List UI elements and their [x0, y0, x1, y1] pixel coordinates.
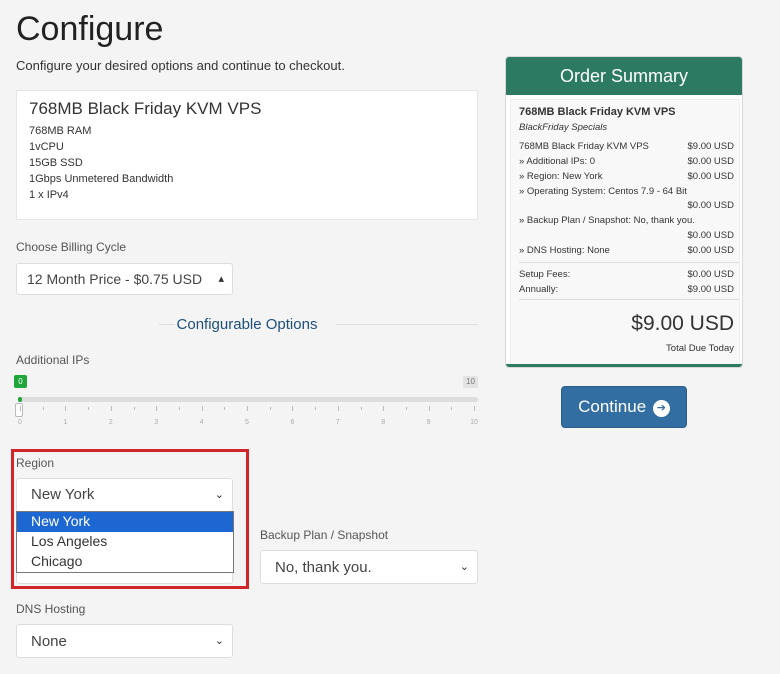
summary-product-group: BlackFriday Specials — [519, 122, 608, 133]
summary-line-price: $9.00 USD — [687, 141, 734, 152]
slider-tick — [201, 406, 203, 411]
summary-annual-price: $9.00 USD — [687, 284, 734, 295]
divider — [336, 324, 478, 325]
slider-tick-label: 0 — [18, 419, 22, 426]
billing-cycle-select[interactable]: 12 Month Price - $0.75 USD ▴︎ — [16, 263, 233, 295]
dns-hosting-select[interactable]: None ⌄ — [16, 624, 233, 658]
billing-cycle-value: 12 Month Price - $0.75 USD — [27, 271, 203, 287]
product-feature: 1 x IPv4 — [29, 189, 69, 201]
slider-tick — [337, 406, 339, 411]
slider-tick — [110, 406, 112, 411]
summary-product-name: 768MB Black Friday KVM VPS — [519, 106, 676, 118]
slider-tick — [474, 406, 475, 411]
configurable-options-heading: Configurable Options — [16, 316, 478, 334]
slider-tick-label: 10 — [470, 419, 478, 426]
slider-tick-label: 8 — [381, 419, 386, 426]
region-label: Region — [16, 456, 55, 470]
continue-label: Continue — [578, 397, 647, 416]
slider-value-badge: 0 — [14, 375, 27, 388]
page-subtitle: Configure your desired options and conti… — [16, 58, 345, 73]
slider-minor-tick — [360, 407, 362, 410]
region-value: New York — [31, 486, 95, 503]
updown-arrow-icon: ▴︎ — [218, 273, 224, 285]
order-summary-title: Order Summary — [506, 57, 742, 95]
slider-minor-tick — [42, 407, 44, 410]
slider-tick-label: 6 — [290, 419, 295, 426]
additional-ips-label: Additional IPs — [16, 353, 90, 367]
order-summary-body: 768MB Black Friday KVM VPS BlackFriday S… — [510, 99, 740, 365]
slider-tick — [156, 406, 158, 411]
summary-line-price: $0.00 USD — [687, 230, 734, 241]
slider-tick — [428, 406, 430, 411]
slider-tick-label: 2 — [108, 419, 113, 426]
page-title: Configure — [16, 10, 164, 48]
summary-annual-label: Annually: — [519, 284, 559, 295]
summary-line-label: » Region: New York — [519, 171, 603, 182]
slider-minor-tick — [133, 407, 135, 410]
region-option[interactable]: New York — [17, 512, 233, 532]
slider-tick — [247, 406, 248, 411]
summary-line-label: 768MB Black Friday KVM VPS — [519, 141, 649, 152]
slider-tick-label: 5 — [245, 419, 249, 426]
slider-tick-label: 9 — [426, 419, 431, 426]
slider-tick — [65, 406, 67, 411]
backup-value: No, thank you. — [275, 559, 372, 576]
slider-tick-label: 4 — [199, 419, 204, 426]
summary-total-label: Total Due Today — [666, 343, 734, 354]
additional-ips-slider-handle[interactable] — [15, 403, 23, 417]
order-summary-panel: Order Summary 768MB Black Friday KVM VPS… — [505, 56, 743, 368]
product-feature: 15GB SSD — [29, 157, 83, 169]
summary-total: $9.00 USD — [631, 312, 734, 335]
slider-tick — [20, 406, 21, 411]
summary-setup-price: $0.00 USD — [687, 269, 734, 280]
summary-line-price: $0.00 USD — [687, 200, 734, 211]
product-feature: 1vCPU — [29, 141, 64, 153]
slider-tick-label: 7 — [335, 419, 340, 426]
additional-ips-slider-fill — [18, 397, 22, 402]
dns-hosting-value: None — [31, 633, 67, 650]
backup-label: Backup Plan / Snapshot — [260, 528, 389, 542]
slider-tick — [383, 406, 385, 411]
slider-tick — [292, 406, 294, 411]
slider-minor-tick — [315, 407, 317, 410]
slider-tick-label: 3 — [154, 419, 159, 426]
product-feature: 1Gbps Unmetered Bandwidth — [29, 173, 174, 185]
backup-select[interactable]: No, thank you. ⌄ — [260, 550, 478, 584]
slider-minor-tick — [405, 407, 407, 410]
product-name: 768MB Black Friday KVM VPS — [29, 99, 262, 118]
slider-tick-label: 1 — [63, 419, 68, 426]
continue-button[interactable]: Continue ➔ — [561, 386, 687, 428]
billing-cycle-label: Choose Billing Cycle — [16, 240, 127, 254]
dns-hosting-label: DNS Hosting — [16, 602, 86, 616]
summary-setup-label: Setup Fees: — [519, 269, 571, 280]
chevron-down-icon: ⌄ — [214, 635, 224, 647]
divider — [519, 262, 739, 263]
product-box: 768MB Black Friday KVM VPS 768MB RAM 1vC… — [16, 90, 478, 220]
slider-max-badge: 10 — [463, 376, 478, 388]
chevron-down-icon: ⌄ — [459, 561, 469, 573]
summary-line-label: » Additional IPs: 0 — [519, 156, 596, 167]
summary-line-label: » Backup Plan / Snapshot: No, thank you. — [519, 215, 695, 226]
slider-minor-tick — [269, 407, 271, 410]
region-option[interactable]: Los Angeles — [17, 532, 233, 552]
product-feature: 768MB RAM — [29, 125, 92, 137]
slider-minor-tick — [451, 407, 453, 410]
summary-line-price: $0.00 USD — [687, 171, 734, 182]
slider-minor-tick — [224, 407, 226, 410]
slider-minor-tick — [88, 407, 90, 410]
summary-line-price: $0.00 USD — [687, 245, 734, 256]
region-select[interactable]: New York ⌄ — [16, 478, 233, 512]
chevron-down-icon: ⌄ — [214, 489, 224, 501]
divider — [519, 299, 739, 300]
summary-line-price: $0.00 USD — [687, 156, 734, 167]
summary-line-label: » Operating System: Centos 7.9 - 64 Bit — [519, 186, 687, 197]
slider-minor-tick — [178, 407, 180, 410]
region-dropdown-list: New York Los Angeles Chicago — [16, 511, 234, 573]
summary-footer-bar — [506, 364, 742, 367]
arrow-right-circle-icon: ➔ — [652, 400, 670, 417]
additional-ips-slider-track[interactable] — [18, 397, 478, 402]
region-option[interactable]: Chicago — [17, 552, 233, 572]
summary-line-label: » DNS Hosting: None — [519, 245, 610, 256]
